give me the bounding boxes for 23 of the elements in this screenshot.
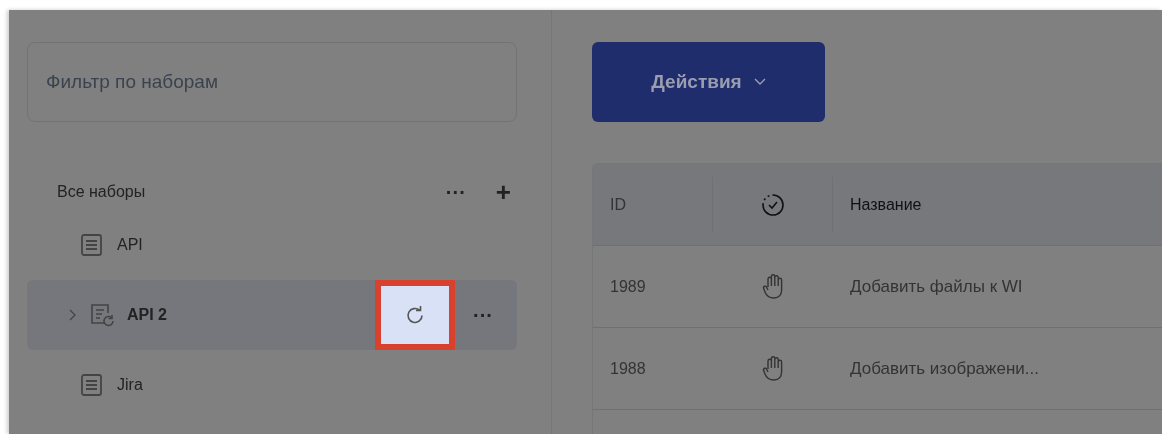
refresh-button[interactable]: [375, 280, 455, 350]
actions-button[interactable]: Действия: [592, 42, 825, 122]
table-cell: Добавить файлы к WI: [850, 276, 1023, 296]
document-icon: [79, 372, 105, 398]
filter-field[interactable]: Фильтр по наборам: [27, 42, 517, 122]
document-sync-icon: [89, 302, 115, 328]
chevron-down-icon: [753, 78, 766, 86]
column-header[interactable]: ID: [610, 192, 626, 217]
document-icon: [79, 232, 105, 258]
table-cell: 1988: [610, 359, 646, 377]
section-title: Все наборы: [57, 182, 146, 202]
table-cell: 1989: [610, 277, 646, 295]
more-button[interactable]: ···: [467, 305, 499, 325]
status-check-icon: [760, 192, 785, 217]
more-button[interactable]: ···: [439, 182, 472, 202]
hand-icon: [762, 272, 784, 301]
table-cell: Добавить изображени...: [850, 358, 1039, 378]
column-header[interactable]: Название: [850, 195, 922, 213]
tree-item[interactable]: Jira: [27, 350, 517, 420]
hand-icon: [762, 354, 784, 383]
tree-item[interactable]: API: [27, 210, 517, 280]
add-button[interactable]: +: [489, 179, 517, 205]
tree-item[interactable]: API 2 ···: [27, 280, 517, 350]
